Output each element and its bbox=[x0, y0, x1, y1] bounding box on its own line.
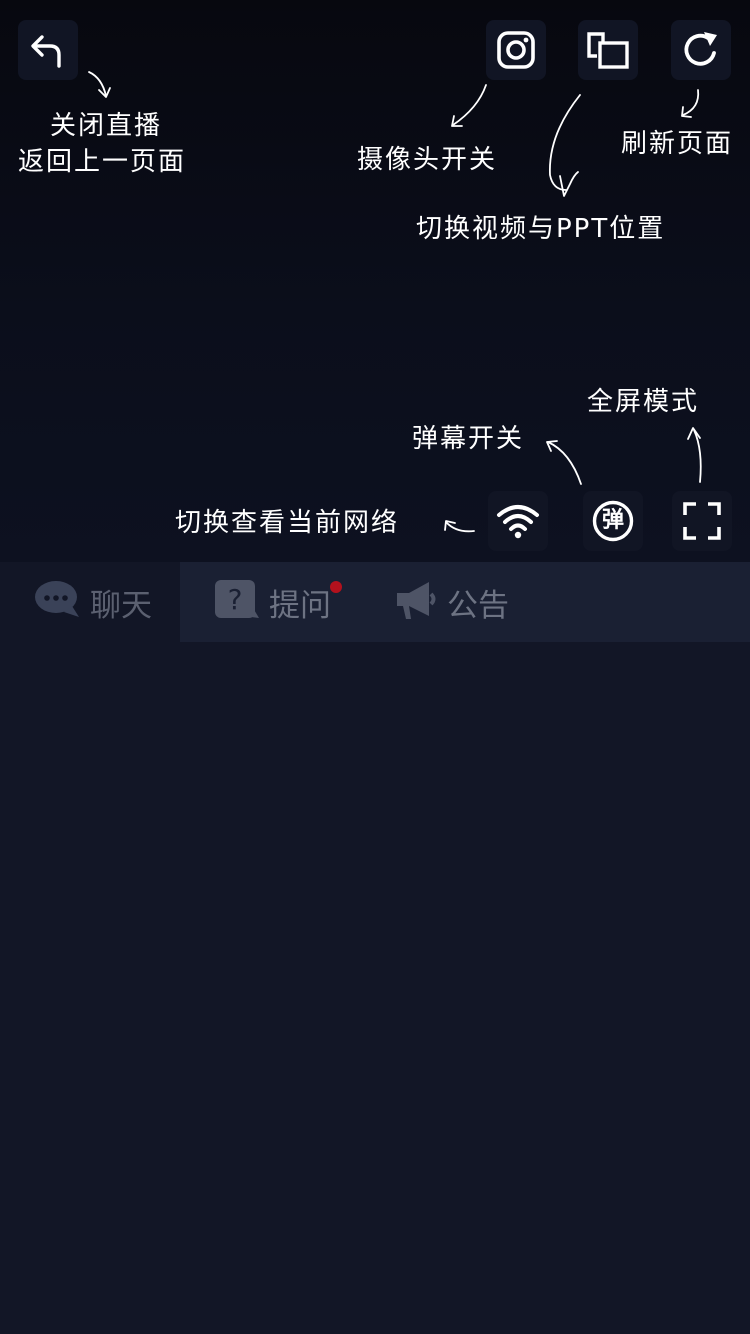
tab-chat[interactable]: 聊天 bbox=[0, 562, 180, 642]
live-player: 弹 关闭直播 返回上一页面 摄像头开关 刷新页面 切换视频与PPT位置 全屏模式… bbox=[0, 0, 750, 562]
question-badge bbox=[330, 581, 342, 593]
question-icon: ? bbox=[215, 580, 259, 624]
tab-bar: 聊天 ? 提问 公告 bbox=[0, 562, 750, 642]
chat-content-area bbox=[0, 642, 750, 1334]
megaphone-icon bbox=[395, 580, 437, 624]
tab-chat-label: 聊天 bbox=[90, 587, 152, 624]
chat-bubble-icon bbox=[34, 580, 80, 624]
hint-arrows bbox=[88, 71, 702, 533]
tab-question-label: 提问 bbox=[269, 587, 331, 624]
tab-announcement-label: 公告 bbox=[447, 587, 509, 624]
svg-text:?: ? bbox=[228, 583, 243, 616]
tab-question[interactable]: ? 提问 bbox=[180, 562, 370, 642]
tab-announcement[interactable]: 公告 bbox=[370, 562, 550, 642]
